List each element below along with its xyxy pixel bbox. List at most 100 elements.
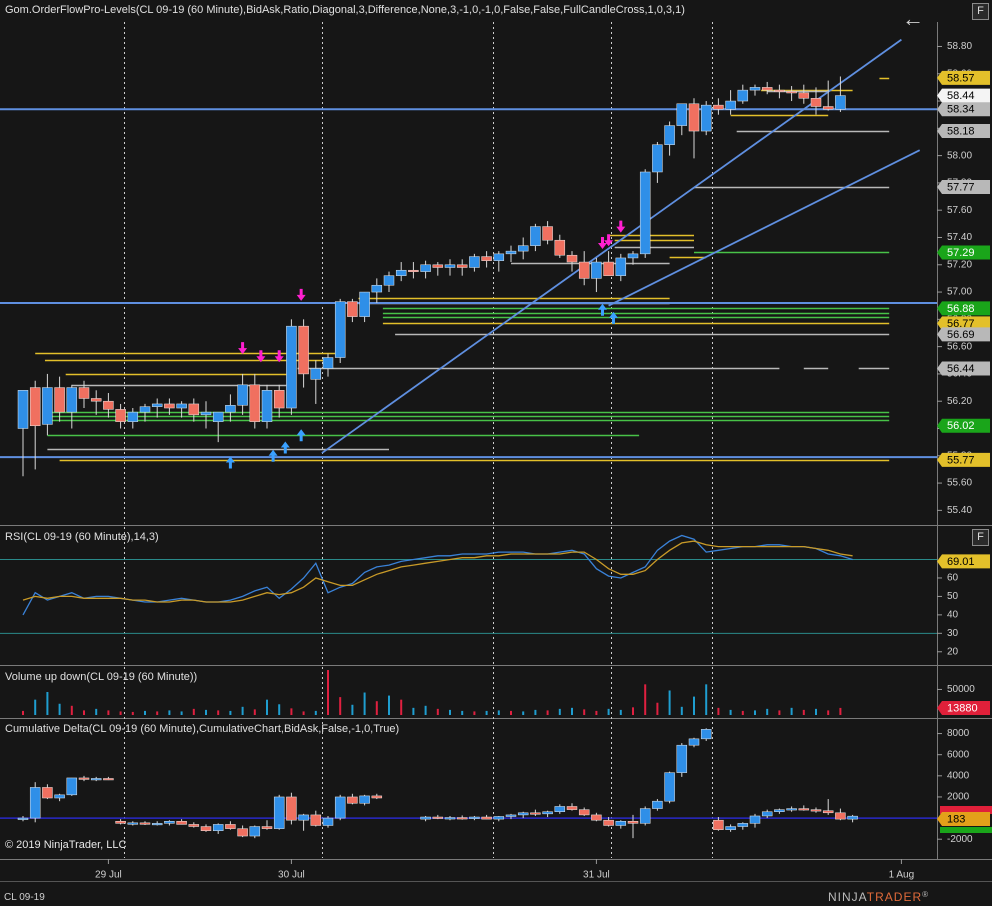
delta-candle-body <box>786 808 797 811</box>
price-candle-body <box>652 144 663 173</box>
delta-candle-body <box>286 796 297 821</box>
price-candle-body <box>310 368 322 380</box>
delta-candle-body <box>761 811 773 817</box>
price-candle-body <box>432 264 444 268</box>
price-level-badge: 58.57 <box>937 70 990 85</box>
volume-bar <box>241 706 244 715</box>
delta-candle-body <box>359 795 370 804</box>
volume-bar <box>607 708 610 715</box>
price-badge-label: 58.44 <box>947 90 975 102</box>
delta-candle-body <box>835 812 846 820</box>
price-candle-body <box>456 264 468 268</box>
price-candle-body <box>481 256 492 261</box>
delta-candle-body <box>591 814 602 821</box>
price-candle-body <box>139 406 151 413</box>
delta-tick-label: -2000 <box>947 834 973 845</box>
volume-bar <box>766 708 769 715</box>
volume-bar <box>351 704 354 715</box>
delta-candle-body <box>847 815 858 820</box>
delta-candle-body <box>517 812 529 816</box>
volume-tick-label: 50000 <box>947 684 975 695</box>
delta-candle-body <box>481 816 492 820</box>
price-level-badge: 56.02 <box>937 418 990 433</box>
delta-tick-label: 6000 <box>947 749 970 760</box>
price-level-badge: 55.77 <box>937 452 990 467</box>
volume-bar <box>827 710 830 715</box>
imbalance-down-arrow-icon <box>616 220 626 233</box>
delta-candle-body <box>78 777 90 780</box>
x-tick-label: 1 Aug <box>889 870 915 881</box>
delta-badge-green <box>940 827 992 833</box>
price-tick-label: 56.20 <box>947 396 972 407</box>
volume-bar <box>83 710 85 715</box>
delta-candle-body <box>530 812 541 815</box>
logo-main-text: NINJA <box>828 890 867 904</box>
delta-candle-body <box>603 819 614 826</box>
delta-candle-body <box>664 772 675 802</box>
delta-candle-body <box>627 821 639 824</box>
price-level-badge: 56.44 <box>937 361 990 376</box>
imbalance-down-arrow-icon <box>238 342 248 355</box>
delta-candle-body <box>688 738 700 746</box>
price-candle-body <box>566 254 578 263</box>
delta-candle-body <box>713 819 724 830</box>
imbalance-up-arrow-icon <box>280 441 290 454</box>
delta-candle-body <box>176 821 187 825</box>
delta-candle-body <box>17 817 29 820</box>
delta-candle-body <box>493 816 505 820</box>
volume-bar <box>314 710 317 715</box>
volume-bar <box>522 711 525 715</box>
price-candle-body <box>761 87 773 91</box>
price-candle-body <box>505 250 517 255</box>
volume-bar <box>583 709 586 715</box>
delta-candle-body <box>676 744 688 773</box>
price-candle-body <box>591 261 602 279</box>
delta-candle-body <box>615 821 627 826</box>
volume-bar <box>388 695 390 715</box>
volume-bar <box>70 705 73 715</box>
x-tick-label: 31 Jul <box>583 870 610 881</box>
volume-bar <box>400 699 403 715</box>
delta-tick-label: 8000 <box>947 728 970 739</box>
volume-bar <box>729 709 732 715</box>
price-candle-body <box>603 261 614 276</box>
delta-candle-body <box>505 814 517 817</box>
price-candle-body <box>151 403 163 407</box>
volume-bar <box>705 684 708 715</box>
delta-candle-body <box>798 808 810 811</box>
copyright-text: © 2019 NinjaTrader, LLC <box>5 839 127 851</box>
volume-bar <box>95 708 98 715</box>
delta-candle-body <box>652 800 663 809</box>
price-candle-body <box>90 398 102 402</box>
price-candle-body <box>420 264 431 272</box>
volume-bar <box>144 710 146 715</box>
x-tick-label: 30 Jul <box>278 870 305 881</box>
delta-candle-body <box>456 817 468 820</box>
instrument-label: CL 09-19 <box>4 892 45 903</box>
price-level-badge: 57.77 <box>937 179 990 194</box>
price-badge-label: 58.18 <box>947 125 975 137</box>
price-tick-label: 57.40 <box>947 232 972 243</box>
price-candle-body <box>115 409 126 422</box>
rsi-value-label: 69.01 <box>947 556 975 568</box>
chart-canvas[interactable]: 58.8058.6058.4058.2058.0057.8057.6057.40… <box>0 0 992 906</box>
price-candle-body <box>395 269 407 276</box>
volume-bar <box>680 706 683 715</box>
volume-bar <box>375 701 378 715</box>
price-candle-body <box>383 275 395 286</box>
price-badge-label: 56.44 <box>947 363 975 375</box>
price-candle-body <box>164 403 175 409</box>
volume-bar <box>790 707 793 715</box>
volume-bar <box>436 708 439 715</box>
volume-bar <box>229 710 232 715</box>
volume-bar <box>754 710 756 715</box>
price-candle-body <box>237 384 248 406</box>
price-candle-body <box>127 411 139 422</box>
delta-candle-body <box>420 816 431 820</box>
logo-accent-text: TRADER <box>866 890 923 904</box>
price-candle-body <box>676 103 688 126</box>
delta-candle-body <box>725 826 736 830</box>
delta-candle-body <box>347 796 358 804</box>
price-candle-body <box>371 284 383 293</box>
volume-bar <box>424 705 427 715</box>
